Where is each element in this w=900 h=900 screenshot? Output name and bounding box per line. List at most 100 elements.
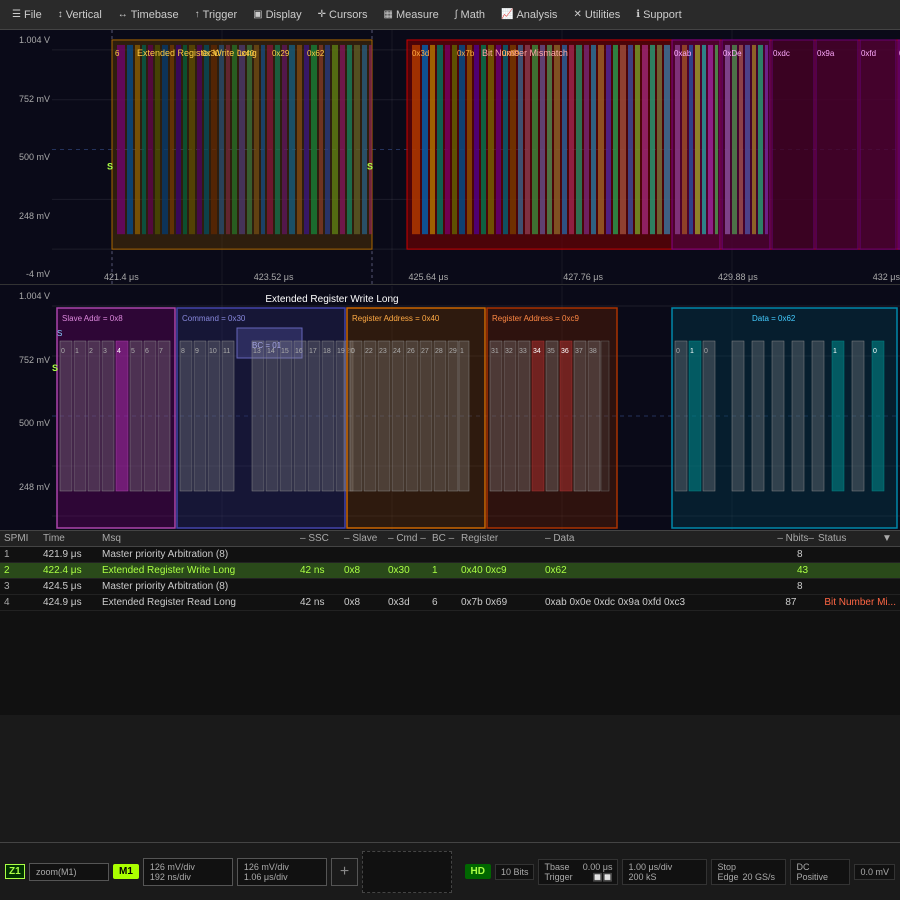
th-arrow: ▼ [882,533,896,544]
svg-text:1: 1 [690,348,694,355]
menu-vertical[interactable]: ↕ Vertical [51,6,109,24]
svg-text:S: S [57,329,62,338]
z1-indicator: Z1 [5,864,25,879]
svg-text:Register Address = 0xc9: Register Address = 0xc9 [492,314,579,323]
row4-id: 4 [4,597,39,608]
row2-data: 0x62 [545,565,625,576]
row4-nbits: 87 [785,597,820,608]
svg-text:13: 13 [253,348,261,355]
svg-text:0x89: 0x89 [502,49,520,58]
math-icon: ∫ [455,9,458,20]
svg-text:27: 27 [421,348,429,355]
menu-file[interactable]: ☰ File [5,6,49,24]
svg-text:22: 22 [365,348,373,355]
zoom-text: zoom(M1) [36,867,77,877]
svg-text:0xfd: 0xfd [861,49,876,58]
svg-text:3: 3 [103,348,107,355]
row2-nbits: 43 [797,565,832,576]
menu-analysis[interactable]: 📈 Analysis [494,6,564,24]
row1-msq: Master priority Arbitration (8) [102,549,262,560]
svg-text:10: 10 [209,348,217,355]
svg-text:9: 9 [195,348,199,355]
svg-text:0x9a: 0x9a [817,49,835,58]
svg-text:2: 2 [89,348,93,355]
svg-text:19: 19 [337,348,345,355]
row2-register: 0x40 0xc9 [461,565,541,576]
add-channel-button[interactable]: + [331,858,358,886]
table-row[interactable]: 4 424.9 μs Extended Register Read Long 4… [0,595,900,611]
svg-text:15: 15 [281,348,289,355]
lower-y-label-1: 1.004 V [2,291,50,301]
lower-y-axis: 1.004 V 752 mV 500 mV 248 mV -4 mV [0,286,52,560]
svg-text:0x29: 0x29 [272,49,290,58]
svg-text:26: 26 [407,348,415,355]
svg-text:0: 0 [704,348,708,355]
lower-waveform[interactable]: Extended Register Write Long Slave Addr … [52,286,900,560]
svg-text:23: 23 [379,348,387,355]
table-row[interactable]: 2 422.4 μs Extended Register Write Long … [0,563,900,579]
upper-waveform[interactable]: Extended Register Write Long Bit Number … [52,30,900,284]
time-label-2: 423.52 μs [254,272,294,282]
time-label-3: 425.64 μs [409,272,449,282]
svg-text:16: 16 [295,348,303,355]
svg-text:6: 6 [145,348,149,355]
row2-id: 2 [4,565,39,576]
stop-label: Stop [717,862,780,872]
upper-time-axis: 421.4 μs 423.52 μs 425.64 μs 427.76 μs 4… [104,272,900,282]
div-label2-2: 1.06 μs/div [244,872,320,882]
th-msq: Msq [102,533,262,544]
row4-register: 0x7b 0x69 [461,597,541,608]
menubar: ☰ File ↕ Vertical ↔ Timebase ↑ Trigger ▣… [0,0,900,30]
display-icon: ▣ [253,9,262,20]
menu-measure[interactable]: ▦ Measure [377,6,446,24]
y-label-1: 1.004 V [2,35,50,45]
empty-channel-slot [362,851,452,893]
table-row[interactable]: 3 424.5 μs Master priority Arbitration (… [0,579,900,595]
svg-text:Extended Register Write Long: Extended Register Write Long [265,294,398,305]
svg-text:Bit Number Mismatch: Bit Number Mismatch [482,48,568,58]
svg-text:14: 14 [267,348,275,355]
row2-cmd: 0x30 [388,565,428,576]
svg-text:8: 8 [181,348,185,355]
row1-id: 1 [4,549,39,560]
svg-text:0: 0 [61,348,65,355]
support-icon: ℹ [636,9,640,20]
upper-y-axis: 1.004 V 752 mV 500 mV 248 mV -4 mV [0,30,52,284]
menu-math[interactable]: ∫ Math [448,6,492,24]
svg-text:6: 6 [115,49,120,58]
trigger-voltage-val: 0.0 mV [860,867,889,877]
table-row[interactable]: 1 421.9 μs Master priority Arbitration (… [0,547,900,563]
lower-svg: Extended Register Write Long Slave Addr … [52,286,900,560]
y-label-4: 248 mV [2,211,50,221]
analysis-icon: 📈 [501,9,513,20]
dc-label: DC [796,862,844,872]
lower-panel: 1.004 V 752 mV 500 mV 248 mV -4 mV [0,286,900,560]
menu-cursors[interactable]: ✛ Cursors [311,6,375,24]
div-settings: 126 mV/div 192 ns/div [143,858,233,886]
upper-panel: 1.004 V 752 mV 500 mV 248 mV -4 mV [0,30,900,285]
svg-text:37: 37 [575,348,583,355]
svg-text:35: 35 [547,348,555,355]
y-label-2: 752 mV [2,94,50,104]
row4-data: 0xab 0x0e 0xdc 0x9a 0xfd 0xc3 [545,597,685,608]
menu-utilities[interactable]: ✕ Utilities [566,6,627,24]
sample-rate-info: 1.00 μs/div 200 kS [622,859,707,885]
menu-timebase[interactable]: ↔ Timebase [111,6,186,24]
menu-support[interactable]: ℹ Support [629,6,688,24]
svg-text:0xab: 0xab [674,49,692,58]
scope-area: 1.004 V 752 mV 500 mV 248 mV -4 mV [0,30,900,560]
menu-display[interactable]: ▣ Display [246,6,309,24]
gs-rate: 20 GS/s [743,872,776,882]
th-register: Register [461,533,541,544]
div-label-2: 192 ns/div [150,872,226,882]
row1-time: 421.9 μs [43,549,98,560]
svg-text:Command = 0x30: Command = 0x30 [182,314,246,323]
time-label-6: 432 μs [873,272,900,282]
row2-time: 422.4 μs [43,565,98,576]
svg-text:24: 24 [393,348,401,355]
edge-label: Edge [717,872,738,882]
svg-text:1: 1 [75,348,79,355]
svg-text:32: 32 [505,348,513,355]
menu-trigger[interactable]: ↑ Trigger [188,6,244,24]
svg-text:S: S [107,161,113,171]
